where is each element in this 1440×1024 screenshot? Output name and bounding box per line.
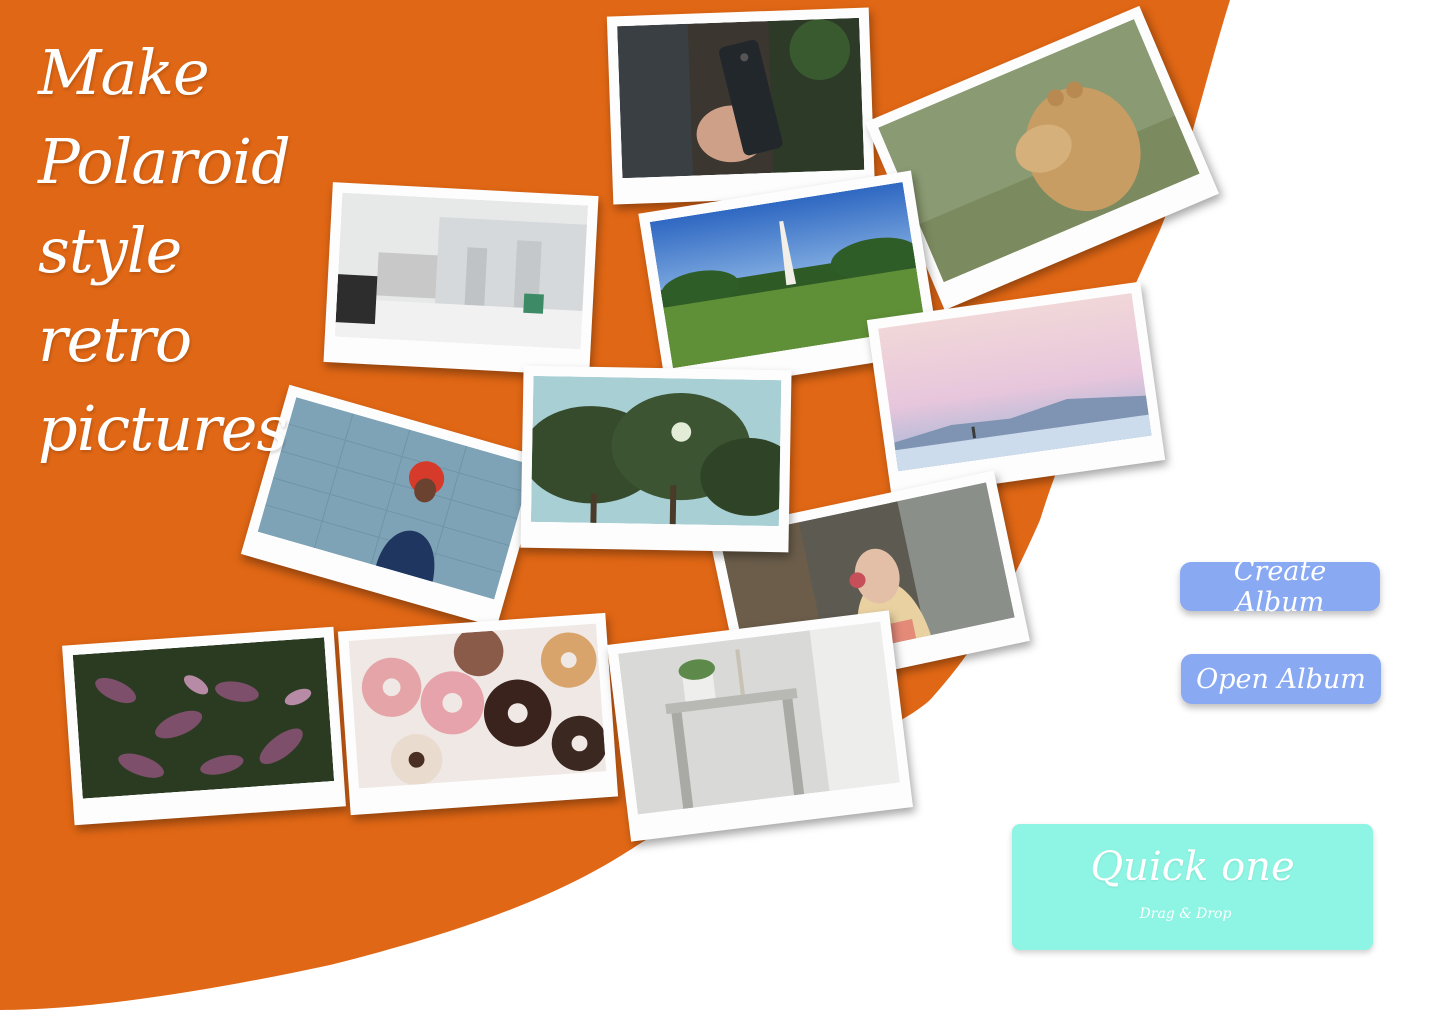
headline: Make Polaroid style retro pictures (38, 28, 291, 473)
quick-one-dropzone[interactable]: Quick one Drag & Drop (1012, 824, 1373, 950)
photo-purple-leaves (72, 637, 335, 799)
create-album-button[interactable]: Create Album (1180, 556, 1380, 618)
headline-line: Polaroid (38, 125, 291, 198)
quick-one-title: Quick one (1090, 844, 1295, 890)
photo-tree-canopy (530, 375, 782, 527)
photo-donuts (348, 623, 607, 789)
open-album-button[interactable]: Open Album (1181, 654, 1381, 704)
photo-pastel-sky-desert (878, 292, 1152, 472)
headline-line: Make (38, 36, 210, 109)
create-album-label: Create Album (1233, 555, 1327, 618)
polaroid-office[interactable] (323, 182, 599, 376)
polaroid-nightstand[interactable] (606, 610, 914, 842)
photo-nightstand-plant (618, 621, 900, 815)
headline-line: style (38, 214, 182, 287)
headline-line: retro (38, 303, 192, 376)
headline-line: pictures (38, 392, 288, 465)
photo-hand-holding-phone (617, 17, 865, 179)
polaroid-tree-canopy[interactable] (520, 365, 792, 553)
drag-drop-hint: Drag & Drop (1139, 906, 1232, 922)
polaroid-purple-leaves[interactable] (62, 626, 346, 826)
open-album-label: Open Album (1196, 663, 1366, 695)
photo-office-desk-computer (334, 192, 589, 350)
polaroid-phone[interactable] (606, 7, 876, 205)
polaroid-donuts[interactable] (337, 612, 619, 816)
polaroid-pastel-sky[interactable] (866, 281, 1166, 499)
